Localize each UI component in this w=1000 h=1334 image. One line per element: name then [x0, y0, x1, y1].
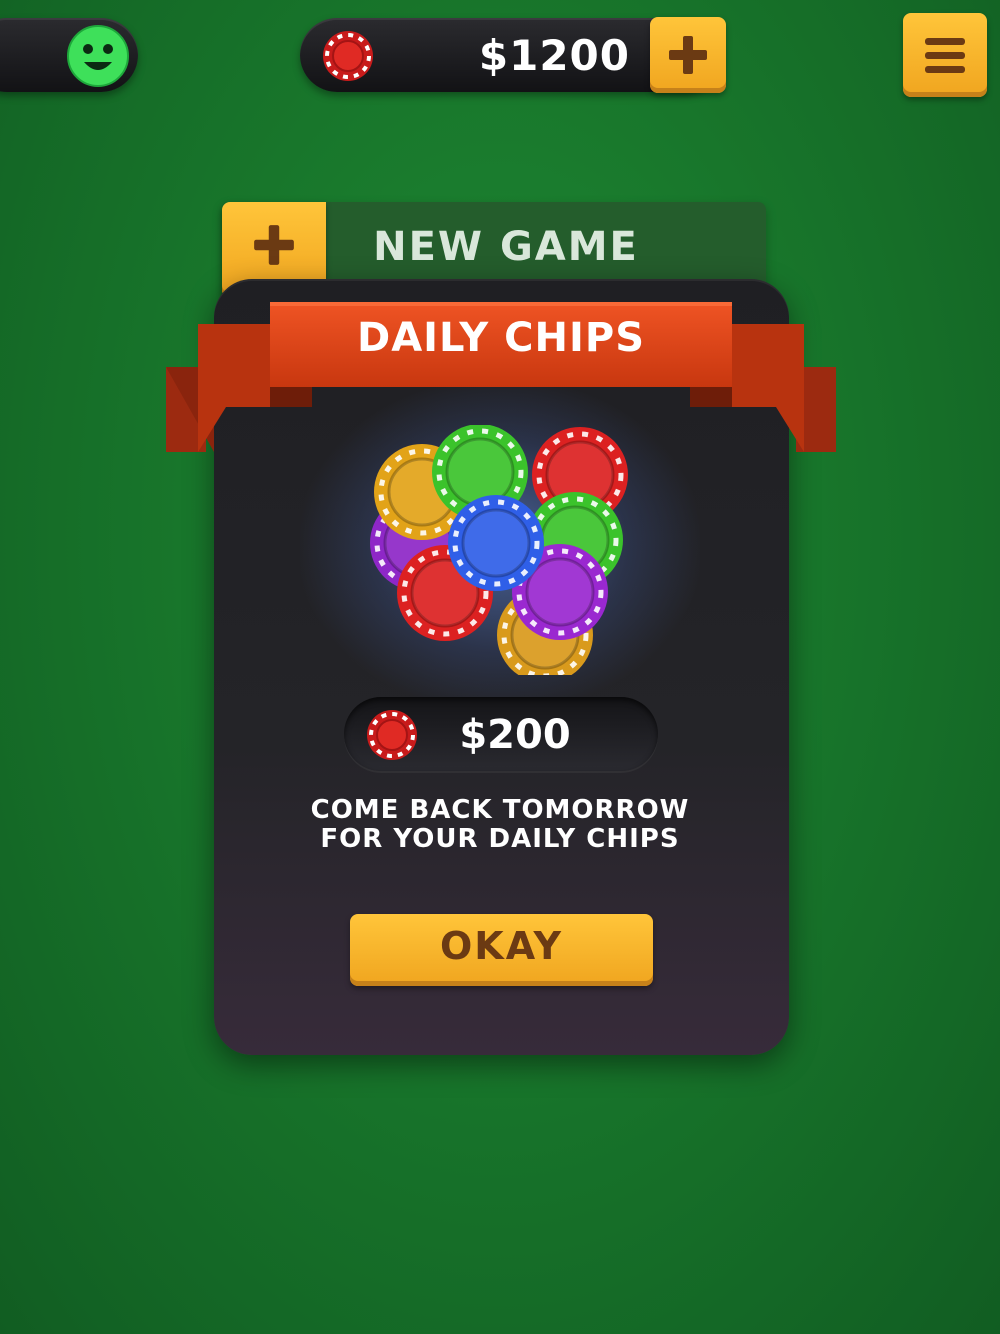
plus-icon — [669, 36, 707, 74]
dialog-title: DAILY CHIPS — [356, 315, 646, 361]
menu-button[interactable] — [903, 13, 987, 97]
dialog-message: COME BACK TOMORROW FOR YOUR DAILY CHIPS — [250, 796, 750, 854]
chip-balance: $1200 — [478, 31, 630, 80]
player-avatar[interactable] — [66, 24, 130, 88]
chip-pile-icon — [360, 425, 640, 675]
red-chip-icon — [322, 30, 374, 82]
new-game-label: NEW GAME — [373, 224, 639, 270]
add-chips-button[interactable] — [650, 17, 726, 93]
okay-button[interactable]: OKAY — [350, 914, 653, 986]
message-line-2: FOR YOUR DAILY CHIPS — [320, 824, 680, 854]
hamburger-icon — [925, 38, 965, 73]
plus-icon — [254, 225, 294, 265]
message-line-1: COME BACK TOMORROW — [310, 795, 690, 825]
reward-amount: $200 — [459, 712, 571, 758]
okay-button-label: OKAY — [439, 924, 564, 968]
red-chip-icon — [366, 709, 418, 761]
smiley-face-icon — [67, 25, 129, 87]
